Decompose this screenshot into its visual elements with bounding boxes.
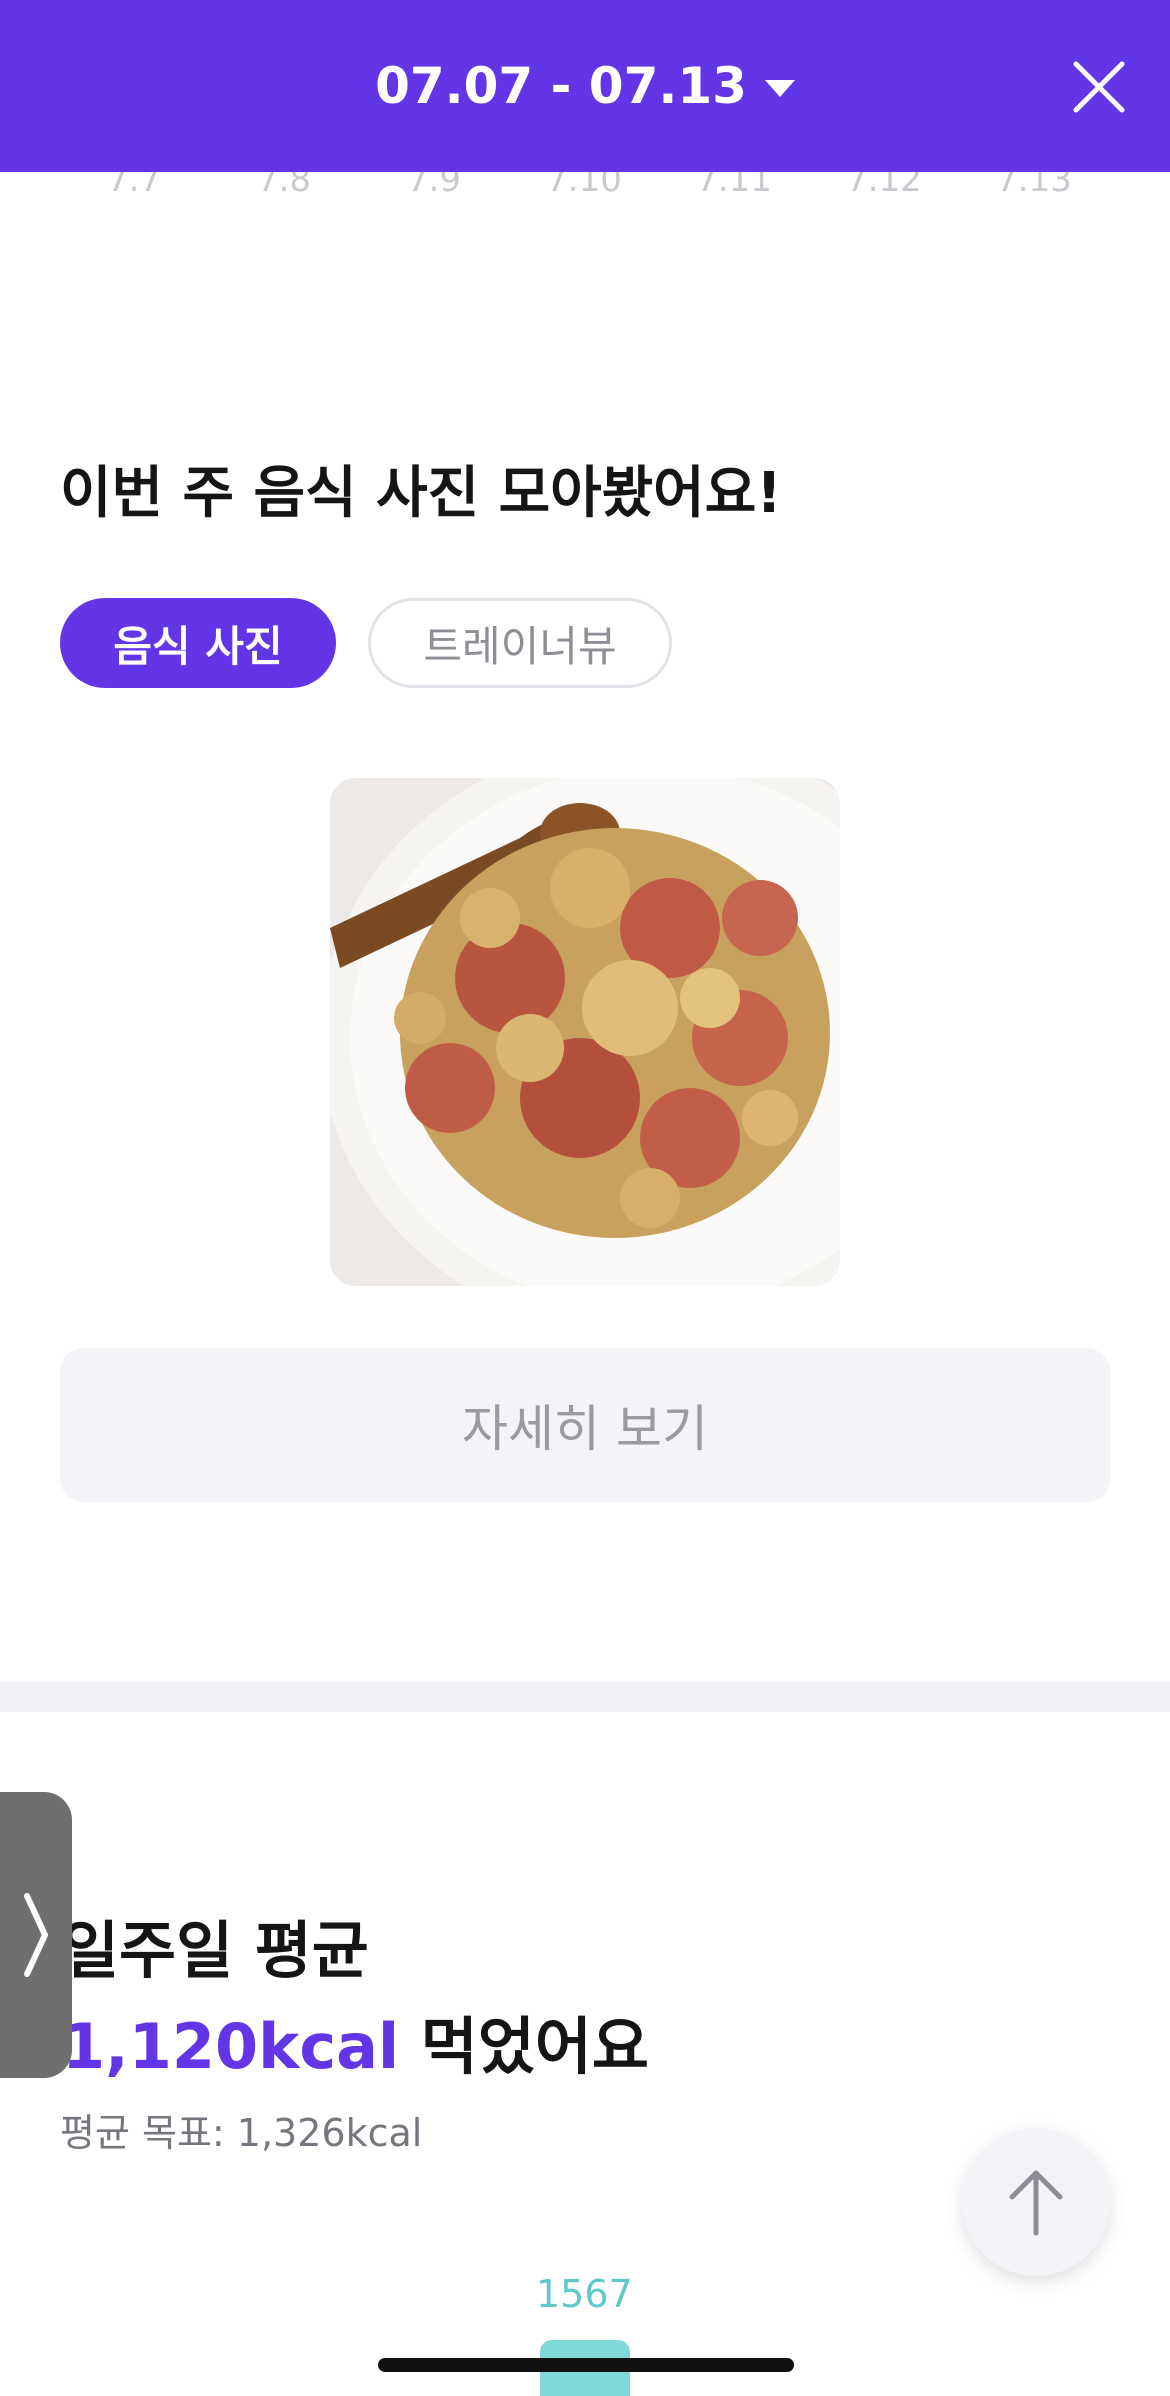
view-details-button[interactable]: 자세히 보기 — [60, 1348, 1110, 1502]
date-range-selector[interactable]: 07.07 - 07.13 — [375, 57, 795, 115]
close-icon — [1073, 61, 1125, 113]
tab-food-photos[interactable]: 음식 사진 — [60, 598, 336, 688]
weekly-average-value: 1,120kcal 먹었어요 — [62, 1996, 649, 2086]
tab-trainer-view[interactable]: 트레이너뷰 — [368, 598, 672, 688]
close-button[interactable] — [1072, 60, 1126, 114]
side-drawer-handle[interactable] — [0, 1792, 72, 2078]
average-goal: 평균 목표: 1,326kcal — [60, 2111, 423, 2155]
food-section-title: 이번 주 음식 사진 모아봤어요! — [60, 461, 782, 526]
bar-value-label: 1567 — [536, 2272, 633, 2316]
caret-down-icon — [764, 79, 795, 97]
chevron-right-icon — [24, 1893, 48, 1977]
average-kcal: 1,120kcal — [62, 2010, 400, 2083]
home-indicator — [378, 2358, 794, 2372]
date-range-label: 07.07 - 07.13 — [375, 57, 747, 115]
page: 07.07 - 07.13 7.7 7.8 7.9 7.10 7.11 7.12… — [0, 0, 1170, 2396]
food-photo-image — [330, 778, 840, 1286]
top-header: 07.07 - 07.13 — [0, 0, 1170, 172]
section-divider — [0, 1682, 1170, 1712]
weekly-average-title: 일주일 평균 — [62, 1914, 369, 1987]
food-photo[interactable] — [330, 778, 840, 1286]
arrow-up-icon — [1009, 2170, 1063, 2236]
average-kcal-suffix: 먹었어요 — [399, 2010, 649, 2083]
scroll-to-top-button[interactable] — [962, 2128, 1110, 2276]
